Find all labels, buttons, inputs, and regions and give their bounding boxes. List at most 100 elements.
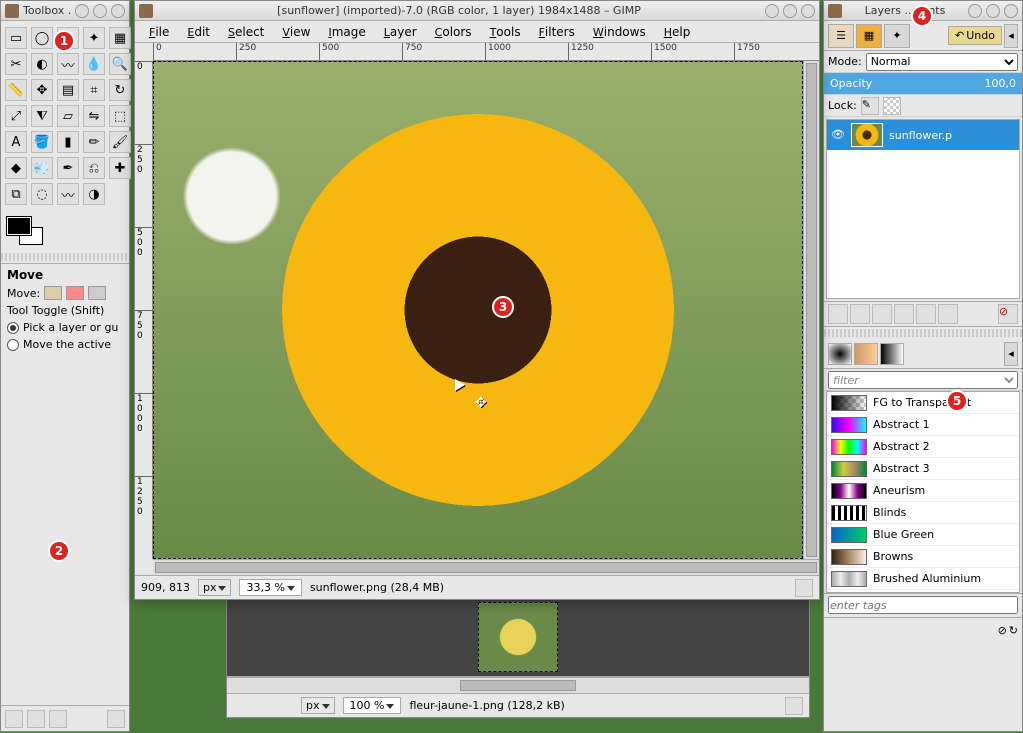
dock-divider[interactable] xyxy=(1,253,129,261)
anchor-layer-button[interactable] xyxy=(938,304,958,324)
scrollbar-vertical[interactable] xyxy=(803,61,819,559)
duplicate-layer-button[interactable] xyxy=(916,304,936,324)
menu-tools[interactable]: Tools xyxy=(482,23,529,41)
foreground-color[interactable] xyxy=(7,217,31,235)
gradient-item[interactable]: Brushed Aluminium xyxy=(827,568,1019,590)
menu-select[interactable]: Select xyxy=(220,23,272,41)
tool-clone[interactable]: ⎌ xyxy=(83,157,105,179)
unit-selector[interactable]: px xyxy=(301,697,335,714)
menu-view[interactable]: View xyxy=(274,23,318,41)
zoom-field[interactable]: 100 % xyxy=(343,697,402,714)
maximize-button[interactable] xyxy=(986,4,1000,18)
move-selection-icon[interactable] xyxy=(66,286,84,300)
tool-measure[interactable]: 📏 xyxy=(5,79,27,101)
tool-ink[interactable]: ✒ xyxy=(57,157,79,179)
tool-smudge[interactable]: 〰 xyxy=(57,183,79,205)
layer-name[interactable]: sunflower.p xyxy=(889,129,952,142)
tags-input[interactable] xyxy=(828,596,1018,614)
image-content[interactable] xyxy=(153,61,803,559)
tool-align[interactable]: ▤ xyxy=(57,79,79,101)
tool-crop[interactable]: ⌗ xyxy=(83,79,105,101)
menu-edit[interactable]: Edit xyxy=(179,23,218,41)
layer-thumbnail[interactable] xyxy=(851,123,883,147)
tab-channels[interactable]: ▦ xyxy=(856,24,882,48)
tool-perspective-clone[interactable]: ⧉ xyxy=(5,183,27,205)
gradient-item[interactable]: Blinds xyxy=(827,502,1019,524)
gradient-item[interactable]: Aneurism xyxy=(827,480,1019,502)
lock-alpha-icon[interactable] xyxy=(883,97,901,115)
tool-dodge[interactable]: ◑ xyxy=(83,183,105,205)
gradient-item[interactable]: Abstract 3 xyxy=(827,458,1019,480)
maximize-button[interactable] xyxy=(783,4,797,18)
ruler-vertical[interactable]: 025050075010001250 xyxy=(135,61,153,559)
menu-file[interactable]: File xyxy=(141,23,177,41)
gradient-item[interactable]: Blue Green xyxy=(827,524,1019,546)
layer-list[interactable]: 👁 sunflower.p xyxy=(826,119,1020,299)
delete-gradient-button[interactable]: ⊘ xyxy=(998,624,1007,637)
scrollbar-thumb[interactable] xyxy=(806,63,817,557)
canvas[interactable]: ✥ xyxy=(153,61,803,559)
new-layer-button[interactable] xyxy=(828,304,848,324)
scrollbar-horizontal[interactable] xyxy=(227,677,809,693)
gradient-list[interactable]: FG to TransparentAbstract 1Abstract 2Abs… xyxy=(826,391,1020,593)
tool-blend[interactable]: ▮ xyxy=(57,131,79,153)
lock-pixels-icon[interactable]: ✎ xyxy=(861,97,879,115)
option-pick-layer[interactable]: Pick a layer or gu xyxy=(7,321,123,334)
tool-shear[interactable]: ⧨ xyxy=(31,105,53,127)
tab-gradients[interactable] xyxy=(880,343,904,365)
minimize-button[interactable] xyxy=(765,4,779,18)
minimize-button[interactable] xyxy=(968,4,982,18)
tool-airbrush[interactable]: 💨 xyxy=(31,157,53,179)
image-content-2[interactable] xyxy=(478,602,558,672)
tool-scissors[interactable]: ✂ xyxy=(5,53,27,75)
radio-move-active[interactable] xyxy=(7,339,19,351)
delete-preset-button[interactable] xyxy=(49,710,67,728)
tool-perspective[interactable]: ▱ xyxy=(57,105,79,127)
tool-paintbrush[interactable]: 🖌 xyxy=(109,131,131,153)
tool-foreground-select[interactable]: ◐ xyxy=(31,53,53,75)
tool-color-select[interactable]: ▦ xyxy=(109,27,131,49)
scrollbar-horizontal[interactable] xyxy=(153,559,819,575)
fg-bg-colors[interactable] xyxy=(7,217,43,245)
canvas-2[interactable] xyxy=(227,597,809,677)
unit-selector[interactable]: px xyxy=(198,579,232,596)
visibility-icon[interactable]: 👁 xyxy=(831,128,845,142)
tool-bucket[interactable]: 🪣 xyxy=(31,131,53,153)
tool-color-picker[interactable]: 💧 xyxy=(83,53,105,75)
menu-image[interactable]: Image xyxy=(320,23,373,41)
raise-layer-button[interactable] xyxy=(872,304,892,324)
tool-cage[interactable]: ⬚ xyxy=(109,105,131,127)
dock-divider[interactable] xyxy=(824,329,1022,337)
tool-heal[interactable]: ✚ xyxy=(109,157,131,179)
close-button[interactable] xyxy=(111,4,125,18)
minimize-button[interactable] xyxy=(75,4,89,18)
undo-button[interactable]: ↶ Undo xyxy=(948,26,1002,45)
save-preset-button[interactable] xyxy=(5,710,23,728)
radio-pick-layer[interactable] xyxy=(7,322,19,334)
scrollbar-thumb[interactable] xyxy=(155,562,817,573)
layer-group-button[interactable] xyxy=(850,304,870,324)
toolbox-titlebar[interactable]: Toolbox ... xyxy=(1,1,129,21)
tool-fuzzy-select[interactable]: ✦ xyxy=(83,27,105,49)
opacity-slider[interactable]: Opacity 100,0 xyxy=(824,73,1022,95)
gradient-item[interactable]: Browns xyxy=(827,546,1019,568)
menu-filters[interactable]: Filters xyxy=(531,23,583,41)
menu-help[interactable]: Help xyxy=(656,23,699,41)
navigation-button[interactable] xyxy=(795,579,813,597)
reset-button[interactable] xyxy=(107,710,125,728)
mode-select[interactable]: Normal xyxy=(866,53,1018,71)
tab-menu-button[interactable]: ◂ xyxy=(1004,24,1018,48)
tool-text[interactable]: A xyxy=(5,131,27,153)
delete-layer-button[interactable]: ⊘ xyxy=(998,304,1018,324)
move-path-icon[interactable] xyxy=(88,286,106,300)
restore-preset-button[interactable] xyxy=(27,710,45,728)
gradient-item[interactable]: Abstract 1 xyxy=(827,414,1019,436)
tab-paths[interactable]: ✦ xyxy=(884,24,910,48)
gradient-item[interactable]: Abstract 2 xyxy=(827,436,1019,458)
menu-windows[interactable]: Windows xyxy=(585,23,654,41)
close-button[interactable] xyxy=(1004,4,1018,18)
option-move-active[interactable]: Move the active xyxy=(7,338,123,351)
tab-brushes[interactable] xyxy=(828,343,852,365)
close-button[interactable] xyxy=(801,4,815,18)
scrollbar-thumb[interactable] xyxy=(460,680,576,691)
